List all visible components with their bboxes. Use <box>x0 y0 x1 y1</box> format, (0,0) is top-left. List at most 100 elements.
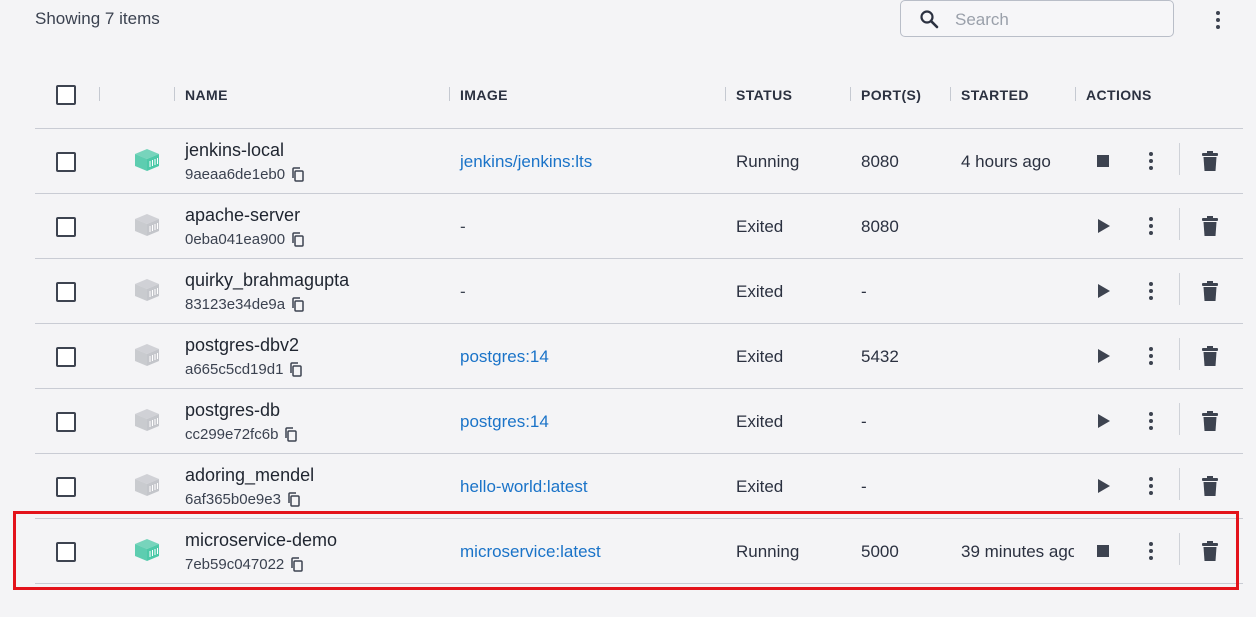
container-image: - <box>460 217 466 236</box>
column-header-image[interactable]: IMAGE <box>460 87 508 103</box>
container-image-link[interactable]: microservice:latest <box>460 542 601 562</box>
container-stopped-icon <box>133 213 161 242</box>
container-ports: - <box>861 412 867 431</box>
container-name[interactable]: adoring_mendel <box>185 465 314 486</box>
container-status: Exited <box>736 282 784 301</box>
start-icon[interactable] <box>1092 475 1114 497</box>
table-row[interactable]: jenkins-local 9aeaa6de1eb0 jenkins/jenkins… <box>35 129 1243 194</box>
more-actions-icon[interactable] <box>1141 540 1161 562</box>
copy-icon[interactable] <box>287 492 301 511</box>
container-id: 9aeaa6de1eb0 <box>185 166 305 186</box>
stop-icon[interactable] <box>1092 540 1114 562</box>
table-row[interactable]: apache-server 0eba041ea900 - Exited 8080 <box>35 194 1243 259</box>
container-ports: 5432 <box>861 347 899 366</box>
action-divider <box>1179 208 1180 240</box>
select-all-checkbox[interactable] <box>56 85 76 105</box>
row-checkbox[interactable] <box>56 477 76 497</box>
container-status: Running <box>736 152 800 171</box>
row-checkbox[interactable] <box>56 412 76 432</box>
delete-icon[interactable] <box>1200 150 1220 172</box>
container-image-link[interactable]: postgres:14 <box>460 347 549 367</box>
table-row[interactable]: adoring_mendel 6af365b0e9e3 hello-world:la… <box>35 454 1243 519</box>
container-status: Exited <box>736 347 784 366</box>
container-ports: - <box>861 477 867 496</box>
start-icon[interactable] <box>1092 345 1114 367</box>
action-divider <box>1179 403 1180 435</box>
container-id: 0eba041ea900 <box>185 231 305 251</box>
container-ports: 8080 <box>861 217 899 236</box>
copy-icon[interactable] <box>291 297 305 316</box>
search-box[interactable] <box>900 0 1174 37</box>
row-checkbox[interactable] <box>56 217 76 237</box>
more-actions-icon[interactable] <box>1141 280 1161 302</box>
more-actions-icon[interactable] <box>1141 345 1161 367</box>
row-checkbox[interactable] <box>56 542 76 562</box>
delete-icon[interactable] <box>1200 410 1220 432</box>
stop-icon[interactable] <box>1092 150 1114 172</box>
action-divider <box>1179 468 1180 500</box>
column-header-started[interactable]: STARTED <box>961 87 1029 103</box>
container-id-text: 9aeaa6de1eb0 <box>185 166 286 183</box>
container-name[interactable]: postgres-db <box>185 400 280 421</box>
more-actions-icon[interactable] <box>1141 215 1161 237</box>
delete-icon[interactable] <box>1200 475 1220 497</box>
delete-icon[interactable] <box>1200 280 1220 302</box>
container-image-link[interactable]: postgres:14 <box>460 412 549 432</box>
column-header-name[interactable]: NAME <box>185 87 228 103</box>
container-name[interactable]: quirky_brahmagupta <box>185 270 349 291</box>
search-icon <box>920 10 939 29</box>
container-name[interactable]: jenkins-local <box>185 140 284 161</box>
container-ports: - <box>861 282 867 301</box>
container-started: 39 minutes ago <box>961 542 1074 561</box>
delete-icon[interactable] <box>1200 215 1220 237</box>
item-count-label: Showing 7 items <box>35 9 160 28</box>
search-input[interactable] <box>953 7 1162 33</box>
container-name[interactable]: apache-server <box>185 205 300 226</box>
container-id-text: 7eb59c047022 <box>185 556 285 573</box>
more-actions-icon[interactable] <box>1141 410 1161 432</box>
column-header-status[interactable]: STATUS <box>736 87 792 103</box>
copy-icon[interactable] <box>289 362 303 381</box>
start-icon[interactable] <box>1092 215 1114 237</box>
delete-icon[interactable] <box>1200 540 1220 562</box>
container-image-link[interactable]: jenkins/jenkins:lts <box>460 152 592 172</box>
row-checkbox[interactable] <box>56 347 76 367</box>
container-id-text: 83123e34de9a <box>185 296 286 313</box>
row-checkbox[interactable] <box>56 152 76 172</box>
container-stopped-icon <box>133 408 161 437</box>
copy-icon[interactable] <box>290 557 304 576</box>
table-row[interactable]: postgres-dbv2 a665c5cd19d1 postgres:14 Exit… <box>35 324 1243 389</box>
row-checkbox[interactable] <box>56 282 76 302</box>
more-actions-icon[interactable] <box>1141 150 1161 172</box>
copy-icon[interactable] <box>284 427 298 446</box>
container-name[interactable]: microservice-demo <box>185 530 337 551</box>
container-stopped-icon <box>133 473 161 502</box>
container-id: 7eb59c047022 <box>185 556 304 576</box>
container-ports: 8080 <box>861 152 899 171</box>
delete-icon[interactable] <box>1200 345 1220 367</box>
container-id-text: 6af365b0e9e3 <box>185 491 281 508</box>
start-icon[interactable] <box>1092 280 1114 302</box>
column-divider <box>449 87 450 101</box>
container-image: - <box>460 282 466 301</box>
container-stopped-icon <box>133 343 161 372</box>
table-row[interactable]: postgres-db cc299e72fc6b postgres:14 Exited… <box>35 389 1243 454</box>
table-row[interactable]: quirky_brahmagupta 83123e34de9a - Exited - <box>35 259 1243 324</box>
container-id: 6af365b0e9e3 <box>185 491 301 511</box>
more-options-icon[interactable] <box>1208 10 1228 30</box>
container-image-link[interactable]: hello-world:latest <box>460 477 588 497</box>
container-status: Exited <box>736 412 784 431</box>
container-status: Running <box>736 542 800 561</box>
container-name[interactable]: postgres-dbv2 <box>185 335 299 356</box>
container-id: 83123e34de9a <box>185 296 305 316</box>
table-row[interactable]: microservice-demo 7eb59c047022 microservic… <box>35 519 1243 584</box>
column-divider <box>1075 87 1076 101</box>
container-started: 4 hours ago <box>961 152 1051 171</box>
copy-icon[interactable] <box>291 167 305 186</box>
column-header-ports[interactable]: PORT(S) <box>861 87 921 103</box>
copy-icon[interactable] <box>291 232 305 251</box>
more-actions-icon[interactable] <box>1141 475 1161 497</box>
action-divider <box>1179 533 1180 565</box>
start-icon[interactable] <box>1092 410 1114 432</box>
column-divider <box>174 87 175 101</box>
